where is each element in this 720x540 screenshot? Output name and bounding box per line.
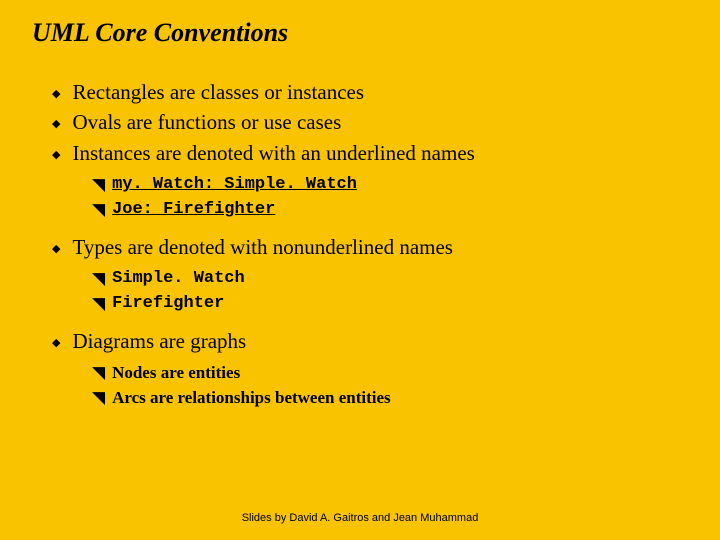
sub-bullet-icon: ◥	[92, 386, 105, 410]
sub-bullet-icon: ◥	[92, 198, 105, 222]
bullet-text: Diagrams are graphs	[72, 327, 246, 355]
bullet-item: ◆ Diagrams are graphs	[52, 327, 680, 355]
sub-bullet-item: ◥ Joe: Firefighter	[92, 198, 680, 222]
diamond-icon: ◆	[52, 336, 60, 351]
sub-bullet-icon: ◥	[92, 361, 105, 385]
sub-bullet-item: ◥ Firefighter	[92, 292, 680, 316]
sub-list: ◥ my. Watch: Simple. Watch ◥ Joe: Firefi…	[52, 169, 680, 233]
diamond-icon: ◆	[52, 242, 60, 257]
bullet-text: Instances are denoted with an underlined…	[72, 139, 474, 167]
sub-bullet-item: ◥ my. Watch: Simple. Watch	[92, 173, 680, 197]
bullet-item: ◆ Types are denoted with nonunderlined n…	[52, 233, 680, 261]
sub-bullet-item: ◥ Arcs are relationships between entitie…	[92, 386, 680, 410]
sub-bullet-item: ◥ Simple. Watch	[92, 267, 680, 291]
sub-bullet-text: Arcs are relationships between entities	[112, 386, 391, 410]
sub-bullet-text: Nodes are entities	[112, 361, 240, 385]
bullet-item: ◆ Ovals are functions or use cases	[52, 108, 680, 136]
sub-bullet-item: ◥ Nodes are entities	[92, 361, 680, 385]
bullet-text: Types are denoted with nonunderlined nam…	[72, 233, 453, 261]
sub-bullet-text: Joe: Firefighter	[112, 198, 275, 222]
sub-bullet-icon: ◥	[92, 267, 105, 291]
footer-credit: Slides by David A. Gaitros and Jean Muha…	[0, 512, 720, 524]
bullet-item: ◆ Instances are denoted with an underlin…	[52, 139, 680, 167]
sub-list: ◥ Nodes are entities ◥ Arcs are relation…	[52, 357, 680, 421]
bullet-text: Rectangles are classes or instances	[72, 78, 364, 106]
diamond-icon: ◆	[52, 117, 60, 132]
bullet-text: Ovals are functions or use cases	[72, 108, 341, 136]
sub-bullet-text: Simple. Watch	[112, 267, 245, 291]
sub-list: ◥ Simple. Watch ◥ Firefighter	[52, 263, 680, 327]
sub-bullet-icon: ◥	[92, 292, 105, 316]
slide-content: ◆ Rectangles are classes or instances ◆ …	[0, 56, 720, 421]
diamond-icon: ◆	[52, 148, 60, 163]
sub-bullet-text: Firefighter	[112, 292, 224, 316]
sub-bullet-icon: ◥	[92, 173, 105, 197]
bullet-item: ◆ Rectangles are classes or instances	[52, 78, 680, 106]
sub-bullet-text: my. Watch: Simple. Watch	[112, 173, 357, 197]
diamond-icon: ◆	[52, 87, 60, 102]
slide-title: UML Core Conventions	[0, 0, 720, 56]
